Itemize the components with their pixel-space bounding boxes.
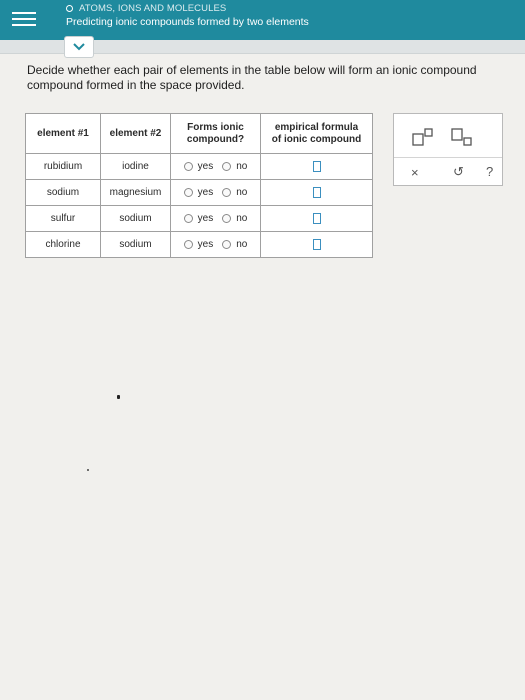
header-forms-ionic: Forms ionic compound? — [170, 113, 261, 154]
no-label: no — [236, 187, 248, 198]
formula-cell — [260, 231, 373, 258]
formula-cell — [260, 179, 373, 206]
formula-input[interactable] — [312, 238, 321, 250]
radio-circle-icon — [222, 214, 232, 223]
no-radio[interactable]: no — [222, 161, 247, 172]
question-line-2: compound formed in the space provided. — [27, 78, 245, 92]
progress-circle-icon — [66, 4, 73, 12]
page-title: Predicting ionic compounds formed by two… — [66, 16, 309, 28]
superscript-icon[interactable] — [412, 128, 434, 146]
yes-radio[interactable]: yes — [183, 213, 214, 224]
topic-breadcrumb: ATOMS, IONS AND MOLECULES — [66, 1, 226, 15]
yes-radio[interactable]: yes — [183, 187, 214, 198]
yes-label: yes — [197, 161, 214, 172]
tool-divider — [394, 157, 502, 158]
question-text: Decide whether each pair of elements in … — [27, 63, 525, 93]
radio-circle-icon — [222, 240, 232, 249]
yes-radio[interactable]: yes — [183, 239, 214, 250]
answer-table-container: element #1 element #2 Forms ionic compou… — [25, 113, 373, 258]
menu-icon[interactable] — [12, 8, 36, 30]
radio-circle-icon — [222, 188, 232, 197]
answer-table: element #1 element #2 Forms ionic compou… — [25, 113, 373, 258]
stray-mark — [117, 395, 120, 399]
formula-input[interactable] — [312, 212, 321, 224]
no-label: no — [236, 161, 248, 172]
header-formula: empirical formula of ionic compound — [260, 113, 373, 154]
topic-label: ATOMS, IONS AND MOLECULES — [79, 2, 227, 14]
radio-circle-icon — [183, 214, 193, 223]
radio-circle-icon — [183, 240, 193, 249]
element-1-cell: rubidium — [25, 153, 101, 180]
clear-button[interactable]: × — [411, 165, 419, 180]
header-formula-line-2: of ionic compound — [271, 133, 362, 145]
element-1-cell: sodium — [25, 179, 101, 206]
yes-radio[interactable]: yes — [183, 161, 214, 172]
radio-circle-icon — [183, 188, 193, 197]
no-label: no — [236, 239, 248, 250]
element-2-cell: sodium — [100, 205, 171, 232]
header-element-2: element #2 — [100, 113, 171, 154]
no-radio[interactable]: no — [222, 239, 247, 250]
chevron-down-icon — [73, 43, 85, 51]
formula-cell — [260, 153, 373, 180]
table-header-row: element #1 element #2 Forms ionic compou… — [25, 113, 373, 154]
element-2-cell: magnesium — [100, 179, 171, 206]
element-1-cell: chlorine — [25, 231, 101, 258]
yes-label: yes — [197, 213, 214, 224]
radio-circle-icon — [183, 162, 193, 171]
header-formula-line-1: empirical formula — [274, 121, 359, 133]
forms-ionic-cell: yes no — [170, 179, 261, 206]
formula-input[interactable] — [312, 160, 321, 172]
no-radio[interactable]: no — [222, 187, 247, 198]
help-button[interactable]: ? — [486, 164, 493, 179]
forms-ionic-cell: yes no — [170, 231, 261, 258]
math-tool-panel: × ↺ ? — [393, 113, 503, 186]
top-bar: ATOMS, IONS AND MOLECULES Predicting ion… — [0, 0, 525, 40]
element-2-cell: iodine — [100, 153, 171, 180]
stray-mark — [87, 469, 89, 471]
yes-label: yes — [197, 187, 214, 198]
table-row: sodium magnesium yes no — [25, 179, 373, 206]
radio-circle-icon — [222, 162, 232, 171]
table-row: chlorine sodium yes no — [25, 231, 373, 258]
table-row: rubidium iodine yes no — [25, 153, 373, 180]
collapse-toggle[interactable] — [64, 36, 94, 58]
yes-label: yes — [197, 239, 214, 250]
header-forms-ionic-line-1: Forms ionic — [187, 121, 244, 133]
table-row: sulfur sodium yes no — [25, 205, 373, 232]
forms-ionic-cell: yes no — [170, 205, 261, 232]
question-line-1: Decide whether each pair of elements in … — [27, 63, 477, 77]
no-radio[interactable]: no — [222, 213, 247, 224]
element-2-cell: sodium — [100, 231, 171, 258]
subscript-icon[interactable] — [451, 128, 473, 146]
undo-button[interactable]: ↺ — [453, 164, 464, 180]
header-forms-ionic-line-2: compound? — [186, 133, 245, 145]
no-label: no — [236, 213, 248, 224]
formula-cell — [260, 205, 373, 232]
formula-input[interactable] — [312, 186, 321, 198]
forms-ionic-cell: yes no — [170, 153, 261, 180]
element-1-cell: sulfur — [25, 205, 101, 232]
header-element-1: element #1 — [25, 113, 101, 154]
